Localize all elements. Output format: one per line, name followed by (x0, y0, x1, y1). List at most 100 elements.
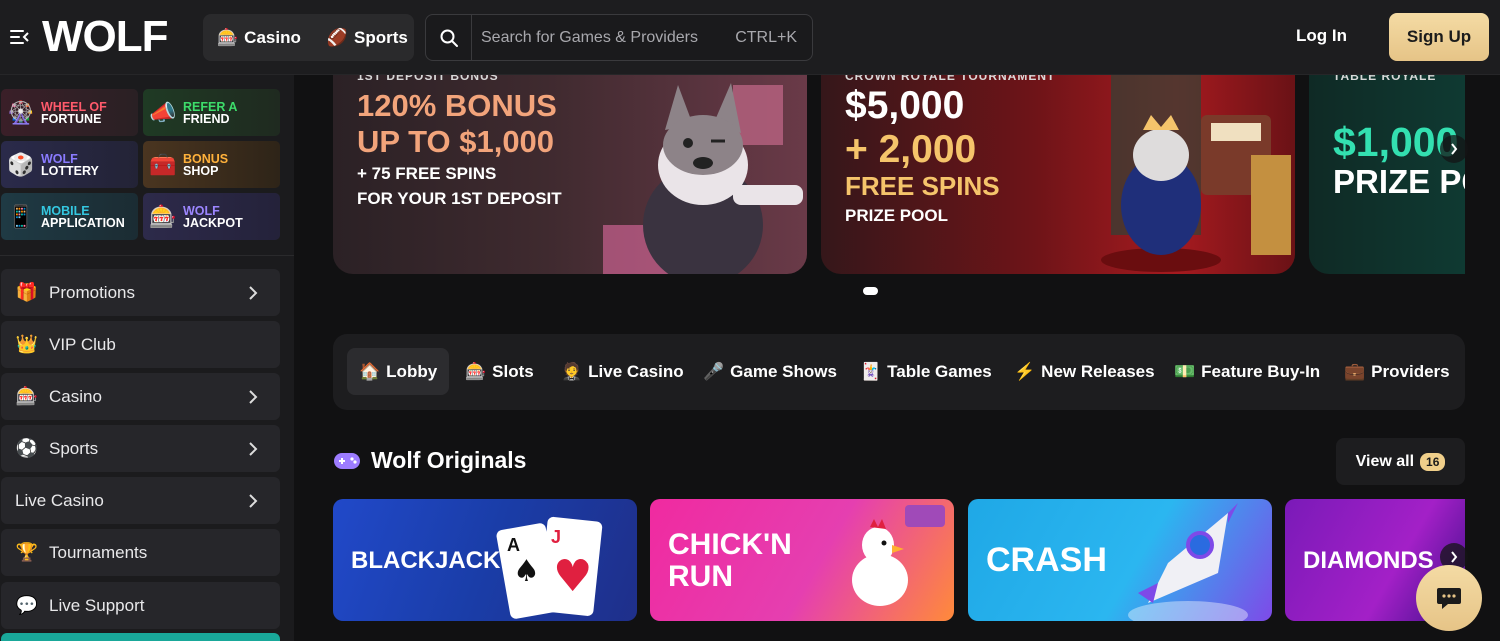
view-all-label: View all (1355, 452, 1415, 470)
banner-plus: + 2,000 (845, 128, 977, 171)
banner-subtext-line2: FOR YOUR 1ST DEPOSIT (357, 189, 562, 208)
carousel-next-button[interactable] (1440, 135, 1468, 163)
sidebar-item-sports[interactable]: ⚽ Sports (1, 425, 280, 472)
quick-link-wolf-lottery[interactable]: 🎲 Wolf Lottery (1, 141, 138, 188)
wolf-king-illustration (1101, 75, 1291, 272)
search-input[interactable] (472, 15, 736, 60)
sidebar-item-label: Tournaments (49, 542, 148, 562)
slots-icon: 🎰 (465, 361, 487, 381)
chicken-illustration (852, 505, 945, 606)
live-chat-button[interactable] (1416, 565, 1482, 631)
quick-link-line2: Jackpot (183, 215, 243, 230)
banner-table-royale[interactable]: TABLE ROYALE $1,000 PRIZE POOL (1309, 75, 1465, 274)
chat-bubble-icon (1437, 588, 1461, 609)
tab-game-shows[interactable]: 🎤 Game Shows (691, 348, 849, 395)
section-wolf-originals: Wolf Originals (333, 447, 526, 474)
banner-crown-royale[interactable]: CROWN ROYALE TOURNAMENT $5,000 + 2,000 F… (821, 75, 1295, 274)
crown-icon: 👑 (15, 334, 39, 354)
quick-link-line1: Mobile (41, 203, 90, 218)
quick-link-label: Wheel of Fortune (41, 100, 107, 125)
carousel-dot[interactable] (863, 287, 878, 295)
login-button[interactable]: Log In (1296, 26, 1347, 46)
search-box: CTRL+K (425, 14, 813, 61)
banner-eyebrow: CROWN ROYALE TOURNAMENT (845, 75, 1056, 83)
playing-cards-illustration: A ♠ J ♥ (496, 516, 603, 619)
quick-link-label: Wolf Lottery (41, 152, 99, 177)
search-icon[interactable] (426, 15, 472, 60)
sidebar-item-label: Sports (49, 438, 99, 458)
quick-link-wolf-jackpot[interactable]: 🎰 Wolf Jackpot (143, 193, 280, 240)
banner-subtext: + 75 FREE SPINS FOR YOUR 1ST DEPOSIT (357, 161, 562, 211)
tab-live-casino[interactable]: 🤵 Live Casino (549, 348, 696, 395)
money-icon: 💵 (1174, 361, 1196, 381)
sidebar-item-label: Promotions (49, 282, 135, 302)
search-shortcut: CTRL+K (735, 28, 797, 46)
view-all-count-badge: 16 (1420, 452, 1446, 471)
sidebar-item-label: Live Support (49, 595, 145, 615)
game-title: CHICK'N RUN (668, 529, 792, 593)
banner-first-deposit[interactable]: 1ST DEPOSIT BONUS 120% BONUS UP TO $1,00… (333, 75, 807, 274)
banner-headline: 120% BONUS UP TO $1,000 (357, 88, 557, 160)
nav-casino[interactable]: 🎰 Casino (217, 28, 301, 48)
chevron-right-icon (249, 285, 258, 300)
signup-button[interactable]: Sign Up (1389, 13, 1489, 61)
game-card-blackjack[interactable]: BLACKJACK A ♠ J ♥ (333, 499, 637, 621)
logo-text: WOLF (42, 12, 169, 61)
soccer-ball-icon: ⚽ (15, 438, 39, 458)
quick-link-line2: Application (41, 215, 125, 230)
logo[interactable]: WOLF (42, 12, 169, 61)
banner-headline-line2: UP TO $1,000 (357, 124, 555, 159)
banner-subtext-line1: + 75 FREE SPINS (357, 164, 497, 183)
tab-label: Game Shows (730, 361, 837, 381)
quick-link-mobile-application[interactable]: 📱 Mobile Application (1, 193, 138, 240)
tab-new-releases[interactable]: ⚡ New Releases (1002, 348, 1167, 395)
quick-link-label: Mobile Application (41, 203, 125, 230)
tab-lobby[interactable]: 🏠 Lobby (347, 348, 450, 395)
sidebar-item-live-support[interactable]: 💬 Live Support (1, 582, 280, 629)
promo-carousel: 1ST DEPOSIT BONUS 120% BONUS UP TO $1,00… (333, 75, 1465, 274)
sidebar-item-live-casino[interactable]: Live Casino (1, 477, 280, 524)
menu-toggle-icon[interactable] (10, 28, 30, 46)
sidebar-promo-strip[interactable] (1, 633, 280, 641)
sidebar-item-label: VIP Club (49, 334, 116, 354)
banner-headline-line1: 120% BONUS (357, 88, 557, 123)
dealer-icon: 🤵 (561, 361, 583, 381)
trophy-icon: 🏆 (15, 542, 39, 562)
sidebar-item-casino[interactable]: 🎰 Casino (1, 373, 280, 420)
tab-table-games[interactable]: 🃏 Table Games (848, 348, 1004, 395)
tab-slots[interactable]: 🎰 Slots (453, 348, 546, 395)
quick-link-line1: Refer a (183, 99, 238, 114)
quick-link-line1: Bonus (183, 151, 229, 166)
nav-sports[interactable]: 🏈 Sports (327, 28, 408, 48)
sidebar-item-promotions[interactable]: 🎁 Promotions (1, 269, 280, 316)
game-card-crash[interactable]: CRASH (968, 499, 1272, 621)
quick-link-label: Refer a Friend (183, 99, 238, 125)
chevron-right-icon (249, 493, 258, 508)
phone-icon: 📱 (7, 203, 35, 229)
quick-link-label: Wolf Jackpot (183, 203, 243, 230)
casino-icon: 🎰 (217, 27, 239, 47)
banner-amount: $5,000 (845, 84, 965, 127)
quick-link-line1: Wolf (183, 203, 220, 218)
game-card-chicken-run[interactable]: CHICK'N RUN (650, 499, 954, 621)
lottery-icon: 🎲 (7, 151, 35, 177)
tab-label: Slots (492, 361, 534, 381)
quick-link-wheel-of-fortune[interactable]: 🎡 Wheel of Fortune (1, 89, 138, 136)
banner-pool: PRIZE POOL (1333, 163, 1465, 200)
sidebar-item-tournaments[interactable]: 🏆 Tournaments (1, 529, 280, 576)
tab-label: Lobby (386, 361, 438, 381)
banner-eyebrow: TABLE ROYALE (1333, 75, 1437, 83)
tab-feature-buy-in[interactable]: 💵 Feature Buy-In (1162, 348, 1332, 395)
tab-providers[interactable]: 💼 Providers (1332, 348, 1462, 395)
view-all-button[interactable]: View all 16 (1336, 438, 1465, 485)
quick-link-refer-a-friend[interactable]: 📣 Refer a Friend (143, 89, 280, 136)
chevron-right-icon (1451, 551, 1458, 563)
nav-casino-label: Casino (244, 27, 301, 47)
game-title: CRASH (986, 541, 1107, 579)
microphone-icon: 🎤 (703, 361, 725, 381)
svg-text:A: A (507, 535, 520, 555)
quick-link-line2: Shop (183, 163, 219, 178)
sidebar-item-vip-club[interactable]: 👑 VIP Club (1, 321, 280, 368)
quick-link-bonus-shop[interactable]: 🧰 Bonus Shop (143, 141, 280, 188)
nav-sports-label: Sports (354, 27, 408, 47)
